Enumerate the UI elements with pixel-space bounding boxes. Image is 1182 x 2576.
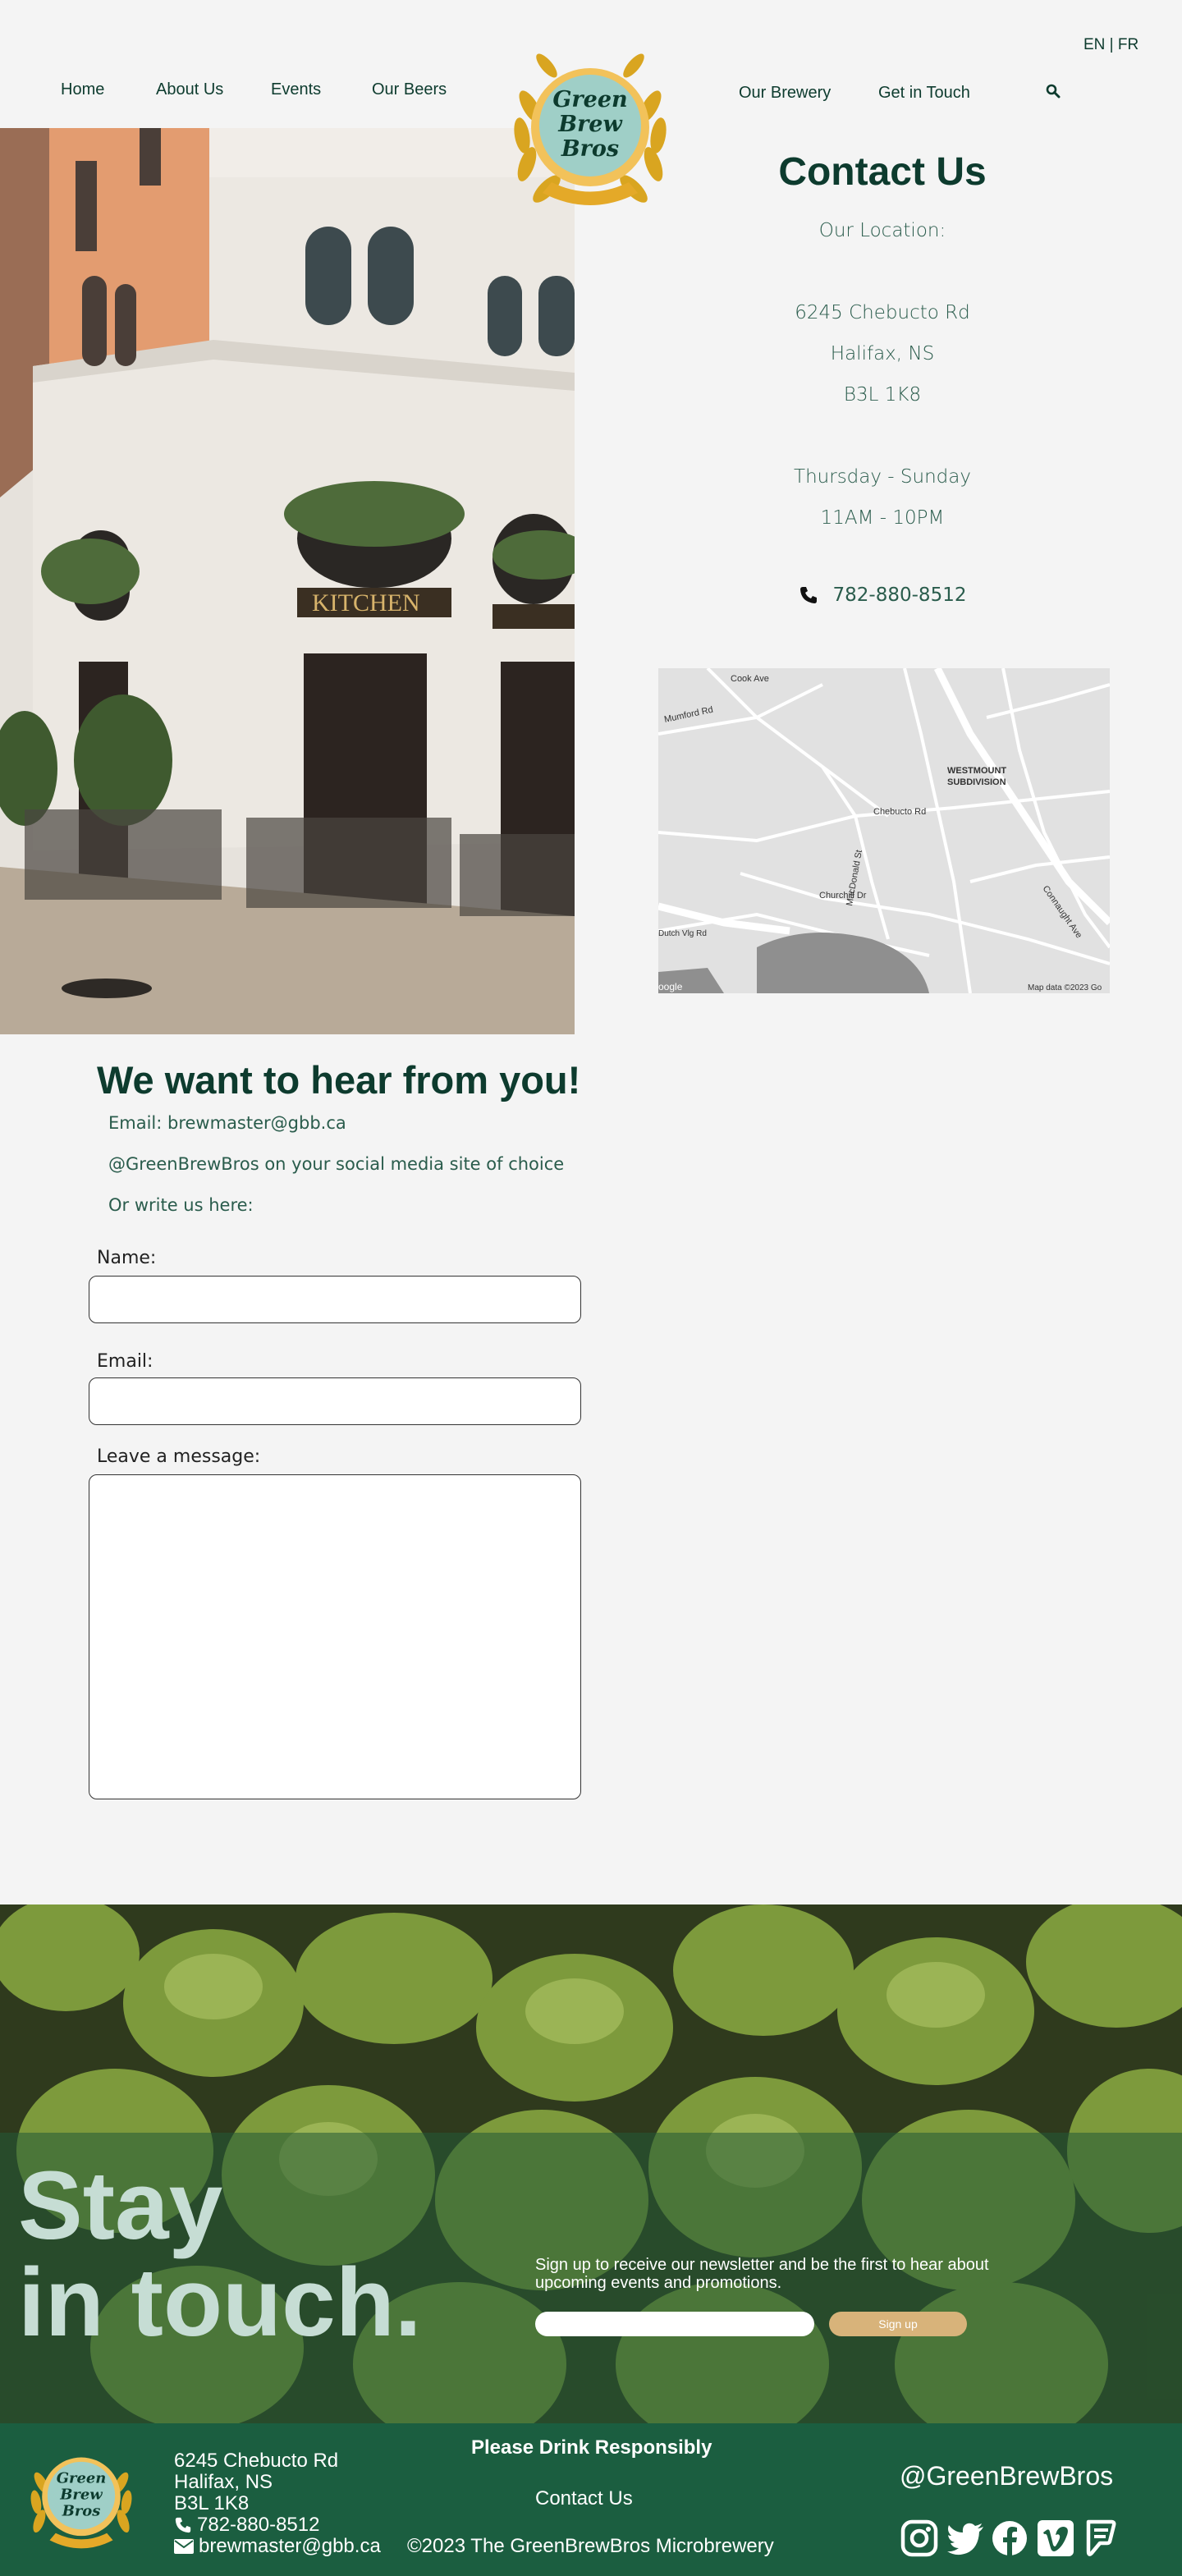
footer-handle[interactable]: @GreenBrewBros (900, 2461, 1113, 2491)
address-line2: Halifax, NS (830, 343, 935, 364)
message-field[interactable] (89, 1474, 581, 1799)
write-us-line: Or write us here: (108, 1195, 254, 1215)
newsletter-email-input[interactable] (535, 2312, 814, 2336)
address-line3: B3L 1K8 (843, 384, 922, 406)
footer-logo-word-bros: Bros (62, 2503, 101, 2520)
name-label: Name: (97, 1248, 157, 1268)
stay-title-line1: Stay (18, 2152, 223, 2260)
footer-logo-word-green: Green (57, 2470, 107, 2487)
footer-phone-icon (175, 2517, 191, 2533)
search-icon[interactable] (1046, 84, 1061, 99)
footer-email[interactable]: brewmaster@gbb.ca (199, 2535, 381, 2558)
drink-responsibly: Please Drink Responsibly (471, 2436, 712, 2459)
phone-icon (799, 587, 817, 603)
logo-word-green: Green (552, 87, 627, 112)
message-label: Leave a message: (97, 1446, 261, 1467)
language-switcher[interactable]: EN | FR (1084, 36, 1138, 54)
logo-word-brew: Brew (557, 112, 623, 137)
form-title: We want to hear from you! (97, 1058, 581, 1102)
map-google-logo: oogle (658, 981, 683, 992)
hours-time: 11AM - 10PM (820, 507, 945, 529)
svg-text:KITCHEN: KITCHEN (312, 589, 420, 616)
green-brew-bros-logo[interactable]: Green Brew Bros (497, 33, 683, 218)
footer-address-line3: B3L 1K8 (174, 2492, 250, 2514)
footer-logo-word-brew: Brew (59, 2487, 103, 2504)
footer-phone-row[interactable]: 782-880-8512 (174, 2514, 319, 2537)
hours-days: Thursday - Sunday (794, 466, 971, 488)
newsletter-text: Sign up to receive our newsletter and be… (535, 2256, 989, 2292)
social-line: @GreenBrewBros on your social media site… (108, 1154, 565, 1174)
envelope-icon (174, 2539, 194, 2554)
address-line1: 6245 Chebucto Rd (795, 302, 970, 323)
nav-get-in-touch[interactable]: Get in Touch (878, 84, 970, 103)
nav-home[interactable]: Home (61, 80, 104, 99)
stay-title-line2: in touch. (18, 2248, 422, 2357)
copyright: ©2023 The GreenBrewBros Microbrewery (407, 2535, 774, 2557)
map-label-chebucto-rd: Chebucto Rd (873, 807, 926, 817)
contact-title: Contact Us (778, 150, 987, 194)
map-label-churchill-dr: Churchill Dr (819, 891, 867, 901)
footer-email-row[interactable]: brewmaster@gbb.ca (174, 2535, 381, 2558)
nav-about-us[interactable]: About Us (156, 80, 223, 99)
map-label-subdivision: SUBDIVISION (947, 777, 1006, 787)
footer-phone[interactable]: 782-880-8512 (197, 2514, 319, 2537)
phone-number[interactable]: 782-880-8512 (833, 584, 967, 606)
signup-button[interactable]: Sign up (829, 2312, 967, 2336)
contact-email-line[interactable]: Email: brewmaster@gbb.ca (108, 1113, 346, 1133)
nav-our-beers[interactable]: Our Beers (372, 80, 447, 99)
nav-events[interactable]: Events (271, 80, 321, 99)
map-label-dutch-vlg-rd: Dutch Vlg Rd (658, 929, 707, 938)
twitter-icon[interactable] (946, 2519, 985, 2558)
footer-contact-link[interactable]: Contact Us (535, 2487, 633, 2510)
foursquare-icon[interactable] (1080, 2519, 1120, 2558)
location-label: Our Location: (818, 220, 946, 241)
facebook-icon[interactable] (990, 2519, 1029, 2558)
cafe-building-photo: KITCHEN (0, 128, 575, 1034)
name-field[interactable] (89, 1276, 581, 1323)
nav-our-brewery[interactable]: Our Brewery (739, 84, 831, 103)
footer-address-line1: 6245 Chebucto Rd (174, 2450, 339, 2472)
map-attribution: Map data ©2023 Go (1028, 983, 1102, 992)
phone-row[interactable]: 782-880-8512 (657, 584, 1108, 606)
vimeo-icon[interactable] (1036, 2519, 1075, 2558)
logo-word-bros: Bros (561, 136, 619, 162)
map-label-cook-ave: Cook Ave (731, 674, 769, 684)
stay-in-touch-title: Stay in touch. (18, 2157, 422, 2351)
email-label: Email: (97, 1351, 153, 1372)
email-field[interactable] (89, 1377, 581, 1425)
instagram-icon[interactable] (900, 2519, 939, 2558)
footer-address-line2: Halifax, NS (174, 2471, 273, 2493)
location-map[interactable]: Cook Ave Mumford Rd Chebucto Rd WESTMOUN… (658, 668, 1110, 993)
map-label-westmount: WESTMOUNT (947, 766, 1006, 776)
footer-logo[interactable]: Green Brew Bros (20, 2430, 159, 2569)
